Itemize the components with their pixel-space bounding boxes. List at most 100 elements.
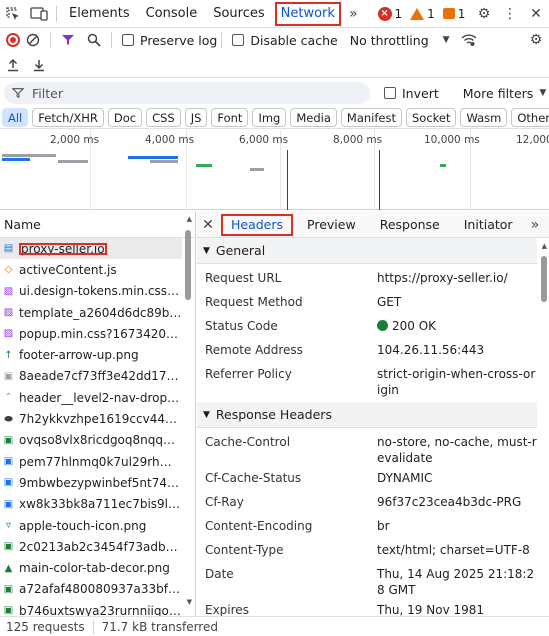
request-row[interactable]: ▣ 9mbwbezypwinbef5nt7414...: [0, 472, 182, 493]
checkbox-box[interactable]: [384, 87, 396, 99]
tab-initiator[interactable]: Initiator: [452, 212, 525, 238]
general-section-header[interactable]: ▼ General: [197, 238, 537, 264]
network-settings-gear-icon[interactable]: ⚙: [523, 28, 549, 52]
request-row[interactable]: ↑ footer-arrow-up.png: [0, 344, 182, 365]
chip-css[interactable]: CSS: [146, 108, 181, 127]
request-row[interactable]: ▨ template_a2604d6dc89b07...: [0, 302, 182, 323]
search-icon[interactable]: [81, 28, 107, 52]
header-row[interactable]: Request URL https://proxy-seller.io/: [197, 270, 537, 290]
throttling-select[interactable]: No throttling ▼: [350, 33, 450, 48]
tab-response[interactable]: Response: [368, 212, 452, 238]
transferred-size: 71.7 kB transferred: [101, 619, 218, 634]
filter-input[interactable]: Filter: [4, 82, 370, 104]
toolbar-divider: [111, 32, 112, 48]
document-icon: ▤: [3, 243, 14, 255]
request-list-scrollbar[interactable]: [185, 230, 191, 300]
invert-checkbox[interactable]: Invert: [384, 86, 439, 101]
request-row[interactable]: ▣ 8aeade7cf73ff3e42dd17f46...: [0, 366, 182, 387]
tab-network[interactable]: Network: [273, 0, 343, 28]
image-icon: ▣: [3, 583, 14, 595]
record-stop-icon[interactable]: [6, 33, 20, 47]
header-row[interactable]: Remote Address 104.26.11.56:443: [197, 342, 537, 362]
request-row[interactable]: ▣ ovqso8vlx8ricdgoq8nqq3e0...: [0, 430, 182, 451]
settings-gear-icon[interactable]: ⚙: [471, 0, 497, 28]
scroll-up-arrow-icon[interactable]: ▲: [542, 242, 547, 250]
chip-js[interactable]: JS: [184, 108, 208, 127]
disable-cache-checkbox[interactable]: Disable cache: [232, 33, 338, 48]
chip-wasm[interactable]: Wasm: [460, 108, 508, 127]
image-icon: ▣: [3, 541, 14, 553]
checkbox-box[interactable]: [232, 34, 245, 46]
scroll-up-arrow-icon[interactable]: ▲: [187, 215, 192, 223]
tab-preview[interactable]: Preview: [295, 212, 368, 238]
filter-funnel-icon[interactable]: [55, 28, 81, 52]
clear-icon[interactable]: [20, 28, 46, 52]
request-row[interactable]: ◇ activeContent.js: [0, 259, 182, 280]
network-overview-timeline[interactable]: 2,000 ms 4,000 ms 6,000 ms 8,000 ms 10,0…: [0, 130, 549, 210]
header-value: Thu, 14 Aug 2025 21:18:28 GMT: [377, 567, 535, 597]
header-row[interactable]: Cf-Ray 96f37c23cea4b3dc-PRG: [197, 494, 537, 514]
more-options-icon[interactable]: ⋮: [497, 0, 523, 28]
timeline-tick: 10,000 ms: [424, 134, 480, 146]
chip-manifest[interactable]: Manifest: [340, 108, 402, 127]
header-row[interactable]: Request Method GET: [197, 294, 537, 314]
general-section-title: General: [215, 243, 266, 258]
header-row[interactable]: Content-Encoding br: [197, 518, 537, 538]
request-row[interactable]: ▣ xw8k33bk8a711ec7bis9l9ml...: [0, 494, 182, 515]
network-conditions-wifi-icon[interactable]: [456, 28, 482, 52]
chip-font[interactable]: Font: [211, 108, 249, 127]
tab-headers[interactable]: Headers: [219, 212, 295, 238]
details-scrollbar[interactable]: [541, 256, 547, 302]
header-row[interactable]: Status Code 200 OK: [197, 318, 537, 338]
issue-badges[interactable]: × 1 1 1: [377, 6, 466, 21]
request-name: 2c0213ab2c3454f73adb509...: [19, 539, 182, 554]
chip-media[interactable]: Media: [290, 108, 337, 127]
close-details-icon[interactable]: ✕: [197, 217, 219, 233]
tab-sources[interactable]: Sources: [205, 0, 272, 28]
tab-elements[interactable]: Elements: [61, 0, 138, 28]
close-devtools-icon[interactable]: ✕: [523, 0, 549, 28]
request-row[interactable]: ⬬ 7h2ykkvzhpe1619ccv44m5ft...: [0, 408, 182, 429]
request-row[interactable]: ▣ a72afaf480080937a33bf814...: [0, 579, 182, 600]
header-row[interactable]: Content-Type text/html; charset=UTF-8: [197, 542, 537, 562]
header-row[interactable]: Date Thu, 14 Aug 2025 21:18:28 GMT: [197, 566, 537, 598]
scroll-down-arrow-icon[interactable]: ▼: [187, 598, 192, 606]
status-divider: [92, 619, 94, 634]
checkbox-box[interactable]: [122, 34, 134, 46]
more-tabs-chevron-icon[interactable]: »: [343, 6, 364, 22]
more-details-tabs-chevron-icon[interactable]: »: [525, 217, 546, 233]
header-key: Content-Type: [205, 543, 284, 557]
chip-all[interactable]: All: [2, 108, 29, 127]
tab-console[interactable]: Console: [138, 0, 206, 28]
inspect-element-icon[interactable]: [0, 0, 26, 28]
request-row[interactable]: ▿ apple-touch-icon.png: [0, 515, 182, 536]
status-code-text: 200 OK: [392, 319, 437, 333]
request-row[interactable]: ▨ popup.min.css?1673420807...: [0, 323, 182, 344]
request-row[interactable]: ▤ proxy-seller.io: [0, 238, 182, 260]
export-har-download-icon[interactable]: [26, 53, 52, 77]
more-filters-dropdown[interactable]: More filters ▼: [463, 86, 546, 101]
request-row[interactable]: ▨ ui.design-tokens.min.css?17...: [0, 281, 182, 302]
up-arrow-image-icon: ↑: [4, 349, 13, 361]
request-row[interactable]: ▣ pem77hlnmq0k7ul29rhmm...: [0, 451, 182, 472]
header-key: Cache-Control: [205, 435, 291, 449]
request-name: ui.design-tokens.min.css?17...: [19, 284, 182, 299]
preserve-log-checkbox[interactable]: Preserve log: [122, 33, 217, 48]
header-value: DYNAMIC: [377, 471, 433, 485]
header-row[interactable]: Cf-Cache-Status DYNAMIC: [197, 470, 537, 490]
response-headers-section-header[interactable]: ▼ Response Headers: [197, 402, 537, 428]
name-column-header[interactable]: Name: [0, 212, 195, 238]
request-row[interactable]: ⌃ header__level2-nav-drop-de...: [0, 387, 182, 408]
request-row[interactable]: ▣ 2c0213ab2c3454f73adb509...: [0, 536, 182, 557]
chip-socket[interactable]: Socket: [405, 108, 457, 127]
chip-img[interactable]: Img: [252, 108, 287, 127]
header-row[interactable]: Referrer Policy strict-origin-when-cross-…: [197, 366, 537, 398]
request-row[interactable]: ▲ main-color-tab-decor.png: [0, 557, 182, 578]
header-row[interactable]: Cache-Control no-store, no-cache, must-re…: [197, 434, 537, 466]
chip-other[interactable]: Other: [511, 108, 549, 127]
info-count: 1: [457, 6, 466, 21]
import-har-upload-icon[interactable]: [0, 53, 26, 77]
chip-doc[interactable]: Doc: [107, 108, 143, 127]
chip-fetch-xhr[interactable]: Fetch/XHR: [32, 108, 104, 127]
device-toolbar-icon[interactable]: [26, 0, 52, 28]
